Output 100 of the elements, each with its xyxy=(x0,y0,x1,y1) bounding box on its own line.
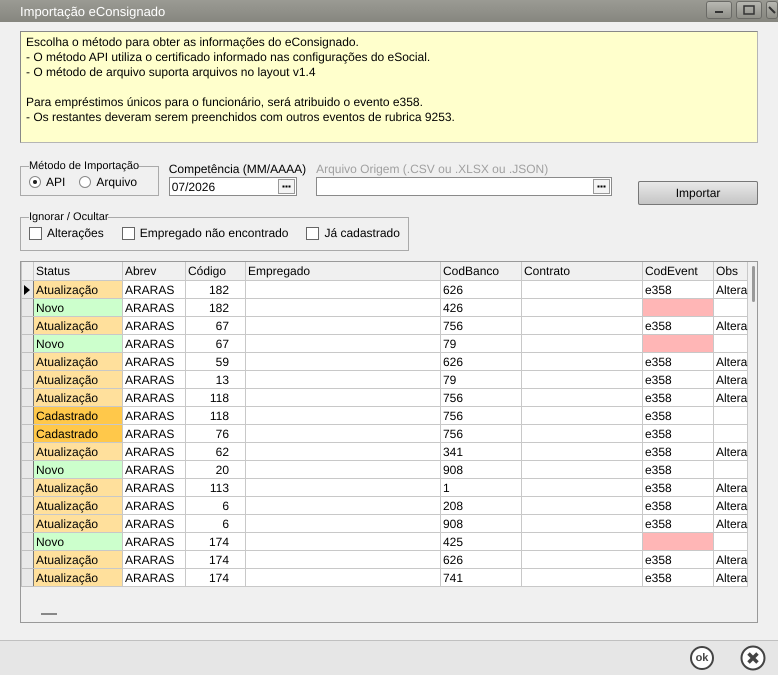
table-cell: ARARAS xyxy=(122,442,186,460)
radio-option[interactable]: Arquivo xyxy=(79,174,138,190)
status-cell: Novo xyxy=(34,298,122,316)
table-cell: e358 xyxy=(642,352,714,370)
checkbox-option[interactable]: Já cadastrado xyxy=(306,225,400,241)
table-cell: ARARAS xyxy=(122,532,186,550)
table-cell: e358 xyxy=(642,406,714,424)
column-header[interactable]: Empregado xyxy=(246,262,440,280)
table-cell: 174 xyxy=(186,568,246,586)
browse-button[interactable] xyxy=(593,179,610,194)
table-cell: e358 xyxy=(642,442,714,460)
info-text: Para empréstimos únicos para o funcionário, será atribuido o evento e358. xyxy=(26,95,424,110)
table-cell: 908 xyxy=(440,460,522,478)
checkbox-option[interactable]: Alterações xyxy=(29,225,104,241)
competencia-field[interactable]: 07/2026 xyxy=(168,177,297,196)
table-cell: 62 xyxy=(186,442,246,460)
browse-button[interactable] xyxy=(278,179,295,194)
table-cell: 113 xyxy=(186,478,246,496)
table-cell: e358 xyxy=(642,424,714,442)
table-cell: ARARAS xyxy=(122,388,186,406)
table-cell: ARARAS xyxy=(122,424,186,442)
table-cell: 118 xyxy=(186,406,246,424)
table-cell: e358 xyxy=(642,496,714,514)
ellipsis-icon xyxy=(282,185,291,188)
table-cell: Altera xyxy=(714,352,748,370)
table-cell: Altera xyxy=(714,568,748,586)
close-icon xyxy=(768,6,776,14)
table-cell: 756 xyxy=(440,424,522,442)
checkbox-option[interactable]: Empregado não encontrado xyxy=(122,225,288,241)
table-cell: 76 xyxy=(186,424,246,442)
table-cell: 6 xyxy=(186,496,246,514)
table-cell: ARARAS xyxy=(122,514,186,532)
table-cell: 756 xyxy=(440,316,522,334)
column-header[interactable]: Abrev xyxy=(122,262,186,280)
maximize-button[interactable] xyxy=(736,1,762,19)
column-header[interactable]: CodBanco xyxy=(440,262,522,280)
date-input[interactable]: 07/2026 xyxy=(170,180,278,194)
status-cell: Atualização xyxy=(34,388,122,406)
table-cell: e358 xyxy=(642,514,714,532)
table-cell: e358 xyxy=(642,280,714,298)
column-header[interactable]: Status xyxy=(34,262,122,280)
table-cell: ARARAS xyxy=(122,478,186,496)
file-field[interactable] xyxy=(316,177,612,196)
table-cell: 341 xyxy=(440,442,522,460)
table-cell: ARARAS xyxy=(122,352,186,370)
table-cell: e358 xyxy=(642,550,714,568)
ok-button[interactable]: ok xyxy=(690,646,714,670)
row-indicator[interactable] xyxy=(22,280,34,298)
table-cell: Altera xyxy=(714,514,748,532)
status-cell: Atualização xyxy=(34,550,122,568)
table-cell: ARARAS xyxy=(122,496,186,514)
field-label: Competência (MM/AAAA) xyxy=(168,162,306,176)
info-text: Escolha o método para obter as informações do eConsignado. xyxy=(26,35,360,50)
table-cell: ARARAS xyxy=(122,334,186,352)
table-cell: Altera xyxy=(714,280,748,298)
status-cell: Cadastrado xyxy=(34,424,122,442)
status-cell: Cadastrado xyxy=(34,406,122,424)
import-button[interactable]: Importar xyxy=(638,181,758,205)
table-cell: ARARAS xyxy=(122,370,186,388)
status-cell: Atualização xyxy=(34,316,122,334)
radio-option[interactable]: API xyxy=(29,174,66,190)
table-cell: 626 xyxy=(440,352,522,370)
table-cell: Altera xyxy=(714,496,748,514)
table-cell: e358 xyxy=(642,370,714,388)
status-cell: Novo xyxy=(34,460,122,478)
info-text: - Os restantes deveram serem preenchidos com outros eventos de rubrica 9253. xyxy=(26,110,456,125)
info-text: - O método API utiliza o certificado informado nas configurações do eSocial. xyxy=(26,50,432,65)
table-cell: 67 xyxy=(186,334,246,352)
minimize-button[interactable] xyxy=(706,1,732,19)
scrollbar-thumb[interactable] xyxy=(752,266,755,302)
status-cell: Atualização xyxy=(34,496,122,514)
status-cell: Novo xyxy=(34,334,122,352)
column-header[interactable]: Contrato xyxy=(522,262,642,280)
column-header[interactable]: Obs xyxy=(714,262,748,280)
table-cell: Altera xyxy=(714,316,748,334)
maximize-icon xyxy=(743,5,755,15)
status-cell: Atualização xyxy=(34,568,122,586)
table-cell: ARARAS xyxy=(122,316,186,334)
table-cell: 174 xyxy=(186,532,246,550)
status-cell: Atualização xyxy=(34,514,122,532)
table-cell: ARARAS xyxy=(122,550,186,568)
table-cell: ARARAS xyxy=(122,298,186,316)
table-cell: 182 xyxy=(186,298,246,316)
table-cell: e358 xyxy=(642,568,714,586)
table-cell: 756 xyxy=(440,388,522,406)
table-cell: ARARAS xyxy=(122,568,186,586)
close-button[interactable] xyxy=(766,1,778,19)
ellipsis-icon xyxy=(597,185,606,188)
table-cell: 1 xyxy=(440,478,522,496)
column-header[interactable]: CodEvent xyxy=(642,262,714,280)
table-cell: 79 xyxy=(440,334,522,352)
table-cell: 6 xyxy=(186,514,246,532)
status-cell: Novo xyxy=(34,532,122,550)
table-cell: e358 xyxy=(642,316,714,334)
table-cell: 67 xyxy=(186,316,246,334)
table-cell: 426 xyxy=(440,298,522,316)
column-header[interactable]: Código xyxy=(186,262,246,280)
table-cell: 425 xyxy=(440,532,522,550)
status-cell: Atualização xyxy=(34,352,122,370)
cancel-button[interactable] xyxy=(740,645,766,671)
